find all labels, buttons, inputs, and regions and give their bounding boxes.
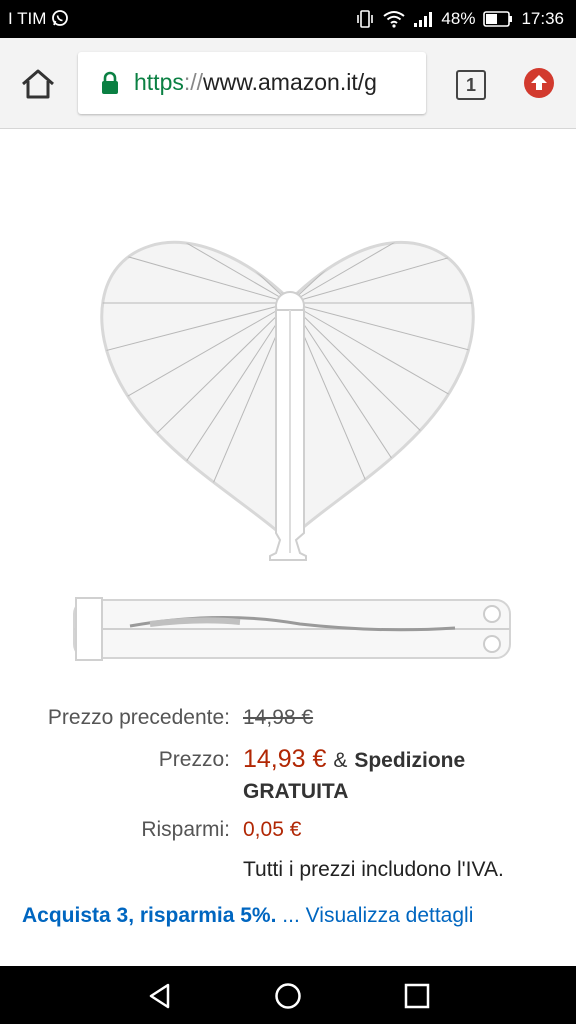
arrow-up-icon [531, 75, 547, 90]
lock-icon [102, 71, 118, 94]
bulk-deal-offer[interactable]: Acquista 3, risparmia 5%. [22, 904, 276, 927]
wifi-icon [383, 11, 406, 28]
previous-price-value: 14,98 € [243, 706, 314, 729]
shipping-label: Spedizione [354, 749, 466, 772]
whatsapp-icon [52, 10, 69, 26]
home-circle-icon[interactable] [274, 982, 302, 1010]
savings-value: 0,05 € [243, 818, 302, 841]
url-bar[interactable]: https://www.amazon.it/g [78, 52, 426, 114]
home-icon[interactable] [20, 68, 56, 100]
update-button[interactable] [524, 68, 554, 98]
system-nav-bar [0, 966, 576, 1024]
carrier-label: I TIM [8, 9, 47, 28]
url-separator: :// [183, 69, 204, 95]
url-host: www.amazon.it/g [203, 69, 377, 95]
battery-icon [483, 11, 513, 27]
shipping-amp: & [333, 749, 348, 772]
url-scheme: https [134, 69, 184, 95]
shipping-free: GRATUITA [243, 780, 349, 803]
deal-ellipsis: ... [282, 904, 300, 927]
signal-icon [414, 12, 433, 27]
browser-toolbar: https://www.amazon.it/g 1 [0, 38, 576, 129]
fan-handle [269, 309, 307, 561]
savings-label: Risparmi: [141, 818, 230, 841]
battery-percent: 48% [441, 9, 476, 28]
status-bar: I TIM 48% 17:36 [0, 0, 576, 38]
clock: 17:36 [521, 9, 564, 28]
recents-icon[interactable] [403, 982, 431, 1010]
closed-fan [73, 597, 511, 661]
product-image[interactable] [0, 128, 576, 688]
bulk-deal-row: Acquista 3, risparmia 5%. ... Visualizza… [22, 904, 473, 928]
view-details-link[interactable]: Visualizza dettagli [306, 904, 474, 927]
back-icon[interactable] [146, 982, 174, 1010]
tab-switcher-button[interactable]: 1 [456, 70, 486, 100]
vat-note: Tutti i prezzi includono l'IVA. [243, 858, 504, 881]
price-value: 14,93 € [243, 745, 327, 773]
previous-price-label: Prezzo precedente: [47, 706, 230, 729]
url-text: https://www.amazon.it/g [134, 69, 377, 96]
price-label: Prezzo: [158, 748, 230, 771]
vibrate-icon [357, 10, 374, 28]
